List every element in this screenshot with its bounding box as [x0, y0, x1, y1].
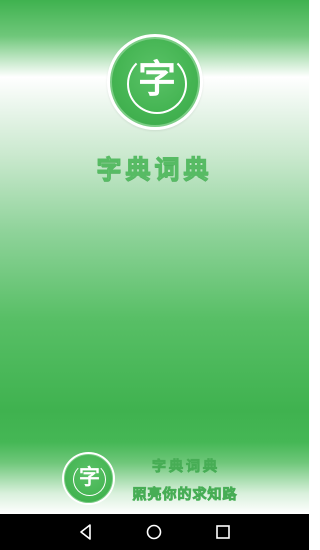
system-navigation-bar [0, 514, 309, 550]
recent-square-icon[interactable] [213, 522, 233, 542]
app-logo: 字 [107, 34, 203, 130]
footer-title: 字典词典 [152, 459, 220, 476]
back-triangle-icon[interactable] [76, 522, 96, 542]
footer-logo-character: 字 [79, 465, 100, 489]
footer-logo: 字 [62, 452, 115, 505]
footer-logo-ring: 字 [64, 454, 113, 503]
logo-ring: 字 [110, 37, 200, 127]
splash-screen: 字 字典词典 字 字典词典 照亮你的求知路 [0, 0, 309, 514]
home-circle-icon[interactable] [144, 522, 164, 542]
app-title: 字典词典 [96, 155, 213, 185]
logo-character: 字 [137, 57, 176, 101]
footer-slogan: 照亮你的求知路 [132, 487, 238, 504]
